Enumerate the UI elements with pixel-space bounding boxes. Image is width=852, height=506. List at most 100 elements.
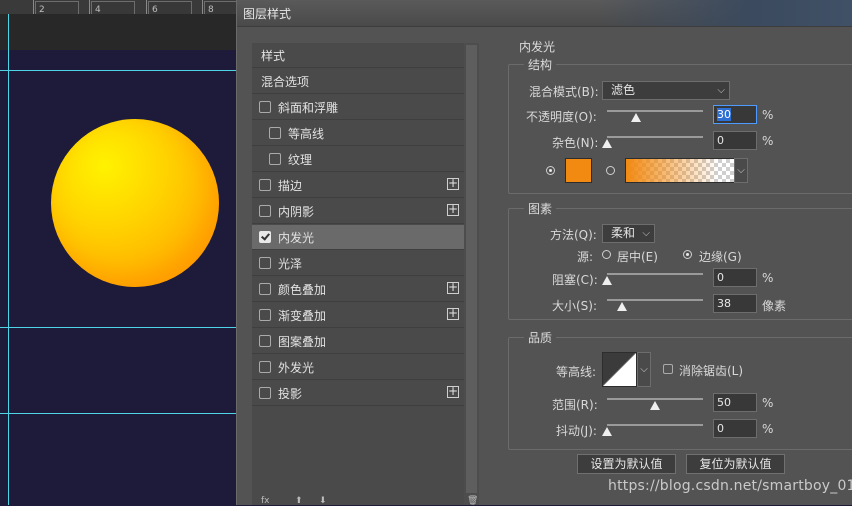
style-list-item[interactable]: 描边 +: [252, 173, 464, 198]
opacity-slider-thumb[interactable]: [630, 113, 641, 122]
style-list-item[interactable]: 内发光: [252, 225, 464, 250]
contour-label: 等高线:: [556, 365, 597, 379]
glow-color-swatch[interactable]: [565, 158, 592, 183]
style-checkbox[interactable]: [259, 179, 271, 191]
guide-line[interactable]: [0, 70, 236, 71]
percent-unit: %: [762, 108, 774, 122]
jitter-slider-track[interactable]: [607, 424, 703, 426]
style-list-item[interactable]: 颜色叠加 +: [252, 277, 464, 302]
range-input[interactable]: 50: [713, 393, 757, 412]
scrollbar-thumb[interactable]: [466, 45, 477, 493]
jitter-input[interactable]: 0: [713, 419, 757, 438]
style-list-item[interactable]: 光泽: [252, 251, 464, 276]
add-effect-icon[interactable]: +: [447, 177, 459, 190]
style-checkbox[interactable]: [259, 335, 271, 347]
style-list-item[interactable]: 纹理: [252, 147, 464, 172]
gradient-radio[interactable]: [606, 166, 615, 175]
watermark-text: https://blog.csdn.net/smartboy_01: [608, 478, 852, 494]
style-list-scrollbar[interactable]: [464, 43, 479, 505]
reset-default-button[interactable]: 复位为默认值: [686, 454, 785, 474]
choke-slider-track[interactable]: [607, 273, 703, 275]
opacity-input[interactable]: 30: [713, 105, 757, 124]
size-label: 大小(S):: [552, 299, 598, 313]
guide-line[interactable]: [8, 14, 9, 505]
size-input[interactable]: 38: [713, 294, 757, 313]
style-item-label: 描边: [278, 178, 303, 193]
style-checkbox[interactable]: [259, 257, 271, 269]
jitter-slider-thumb[interactable]: [602, 427, 612, 436]
size-slider-thumb[interactable]: [617, 302, 628, 311]
style-checkbox[interactable]: [259, 309, 271, 321]
opacity-slider-track[interactable]: [607, 110, 703, 112]
style-list-item[interactable]: 内阴影 +: [252, 199, 464, 224]
noise-label: 杂色(N):: [552, 136, 599, 150]
choke-slider-thumb[interactable]: [602, 276, 612, 285]
gradient-dropdown-button[interactable]: ⌵: [734, 158, 748, 183]
size-slider-track[interactable]: [607, 299, 703, 301]
style-checkbox[interactable]: [269, 127, 281, 139]
style-list-item[interactable]: 投影 +: [252, 381, 464, 406]
style-list-footer: fx ⬆ ⬇ 🗑: [245, 496, 478, 506]
noise-slider-track[interactable]: [607, 136, 703, 138]
style-list-item[interactable]: 外发光: [252, 355, 464, 380]
blend-mode-value: 滤色: [611, 83, 636, 97]
anti-alias-label[interactable]: 消除锯齿(L): [679, 362, 743, 379]
blend-mode-label: 混合模式(B):: [529, 85, 599, 99]
choke-input[interactable]: 0: [713, 268, 757, 287]
blend-mode-select[interactable]: 滤色 ⌵: [602, 81, 730, 100]
make-default-button[interactable]: 设置为默认值: [577, 454, 676, 474]
center-label[interactable]: 居中(E): [617, 248, 658, 265]
source-label: 源:: [577, 250, 594, 264]
style-item-label: 内发光: [278, 230, 315, 245]
add-effect-icon[interactable]: +: [447, 385, 459, 398]
style-checkbox[interactable]: [259, 361, 271, 373]
method-select[interactable]: 柔和 ⌵: [602, 224, 655, 243]
guide-line[interactable]: [0, 327, 236, 328]
style-checkbox[interactable]: [259, 205, 271, 217]
style-checkbox[interactable]: [259, 231, 271, 243]
add-effect-icon[interactable]: +: [447, 281, 459, 294]
style-list-item[interactable]: 等高线: [252, 121, 464, 146]
glow-gradient-swatch[interactable]: [625, 158, 735, 183]
style-list-item[interactable]: 图案叠加: [252, 329, 464, 354]
style-checkbox[interactable]: [269, 153, 281, 165]
chevron-down-icon: ⌵: [737, 165, 745, 176]
chevron-down-icon: ⌵: [640, 364, 648, 375]
noise-input[interactable]: 0: [713, 131, 757, 150]
method-value: 柔和: [611, 226, 636, 240]
style-list-item[interactable]: 斜面和浮雕: [252, 95, 464, 120]
guide-line[interactable]: [0, 413, 236, 414]
opacity-label: 不透明度(O):: [526, 110, 597, 124]
style-item-label: 图案叠加: [278, 334, 327, 349]
style-list-item[interactable]: 样式: [252, 43, 464, 68]
style-item-label: 外发光: [278, 360, 315, 375]
range-slider-thumb[interactable]: [650, 401, 660, 410]
contour-preview[interactable]: [602, 352, 637, 387]
percent-unit: %: [762, 271, 774, 285]
chevron-down-icon: ⌵: [717, 85, 725, 96]
style-item-label: 斜面和浮雕: [278, 100, 339, 115]
percent-unit: %: [762, 396, 774, 410]
range-label: 范围(R):: [552, 398, 598, 412]
style-list-item[interactable]: 渐变叠加 +: [252, 303, 464, 328]
jitter-label: 抖动(J):: [556, 424, 597, 438]
noise-slider-thumb[interactable]: [602, 139, 612, 148]
style-checkbox[interactable]: [259, 101, 271, 113]
anti-alias-checkbox[interactable]: [663, 364, 673, 374]
center-radio[interactable]: [602, 250, 611, 259]
style-checkbox[interactable]: [259, 387, 271, 399]
style-list-item[interactable]: 混合选项: [252, 69, 464, 94]
color-radio[interactable]: [546, 166, 555, 175]
pasteboard: [0, 14, 236, 50]
sun-circle-layer[interactable]: [51, 119, 219, 287]
style-checkbox[interactable]: [259, 283, 271, 295]
edge-radio[interactable]: [683, 250, 692, 259]
edge-label[interactable]: 边缘(G): [699, 248, 742, 265]
add-effect-icon[interactable]: +: [447, 307, 459, 320]
add-effect-icon[interactable]: +: [447, 203, 459, 216]
style-item-label: 混合选项: [261, 74, 310, 89]
contour-dropdown-button[interactable]: ⌵: [637, 352, 651, 387]
dialog-titlebar[interactable]: 图层样式: [237, 0, 852, 27]
panel-title: 内发光: [519, 40, 556, 54]
range-slider-track[interactable]: [607, 398, 703, 400]
